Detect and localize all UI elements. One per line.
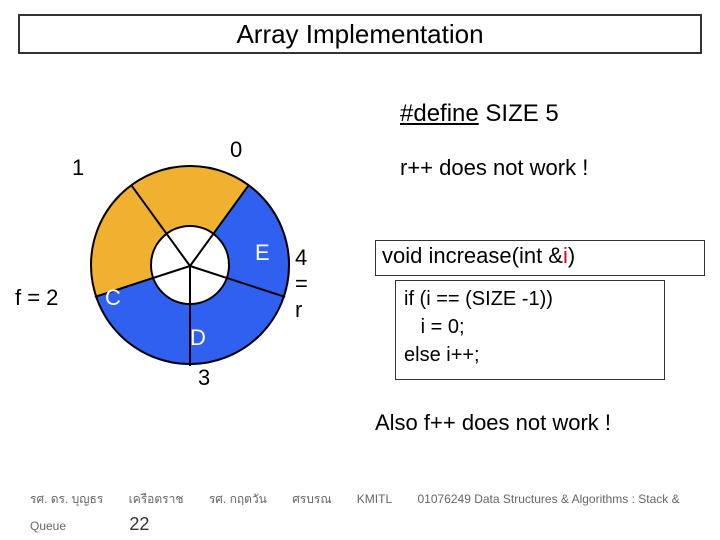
rplus-note: r++ does not work ! (400, 155, 588, 181)
function-signature-box: void increase(int &i) (375, 240, 705, 276)
index-label-rear: 4 = r (295, 245, 308, 323)
circular-queue-diagram: C D E 0 1 f = 2 3 4 = r (90, 165, 290, 365)
ring-spoke (189, 266, 191, 366)
slide-title-bar: Array Implementation (18, 14, 702, 54)
slide-title: Array Implementation (236, 19, 483, 50)
define-keyword: #define (400, 100, 479, 127)
define-rest: SIZE 5 (479, 100, 559, 127)
also-note: Also f++ does not work ! (375, 410, 611, 436)
func-sig-prefix: void increase(int & (382, 243, 563, 268)
define-line: #define SIZE 5 (400, 100, 559, 128)
footer-name: ศรบรณ (292, 490, 331, 509)
index-label-front: f = 2 (15, 285, 58, 311)
footer-line-1: รศ. ดร. บุญธร เครือตราช รศ. กฤตวัน ศรบรณ… (30, 490, 702, 509)
slot-letter-c: C (105, 285, 121, 311)
slide-footer: รศ. ดร. บุญธร เครือตราช รศ. กฤตวัน ศรบรณ… (0, 480, 720, 540)
footer-name: รศ. ดร. บุญธร (30, 490, 103, 509)
index-label-0: 0 (230, 137, 242, 163)
footer-queue-label: Queue (30, 519, 66, 533)
footer-name: รศ. กฤตวัน (209, 490, 267, 509)
footer-name: KMITL (357, 492, 392, 506)
index-label-3: 3 (198, 365, 210, 391)
index-label-1: 1 (72, 155, 84, 181)
footer-name: เครือตราช (129, 490, 184, 509)
func-sig-suffix: ) (568, 243, 575, 268)
footer-course: 01076249 Data Structures & Algorithms : … (417, 492, 679, 506)
footer-line-2: Queue 22 (30, 514, 149, 535)
function-body-box: if (i == (SIZE -1)) i = 0; else i++; (395, 280, 665, 380)
slot-letter-e: E (255, 240, 270, 266)
slot-letter-d: D (190, 325, 206, 351)
page-number: 22 (129, 514, 149, 534)
